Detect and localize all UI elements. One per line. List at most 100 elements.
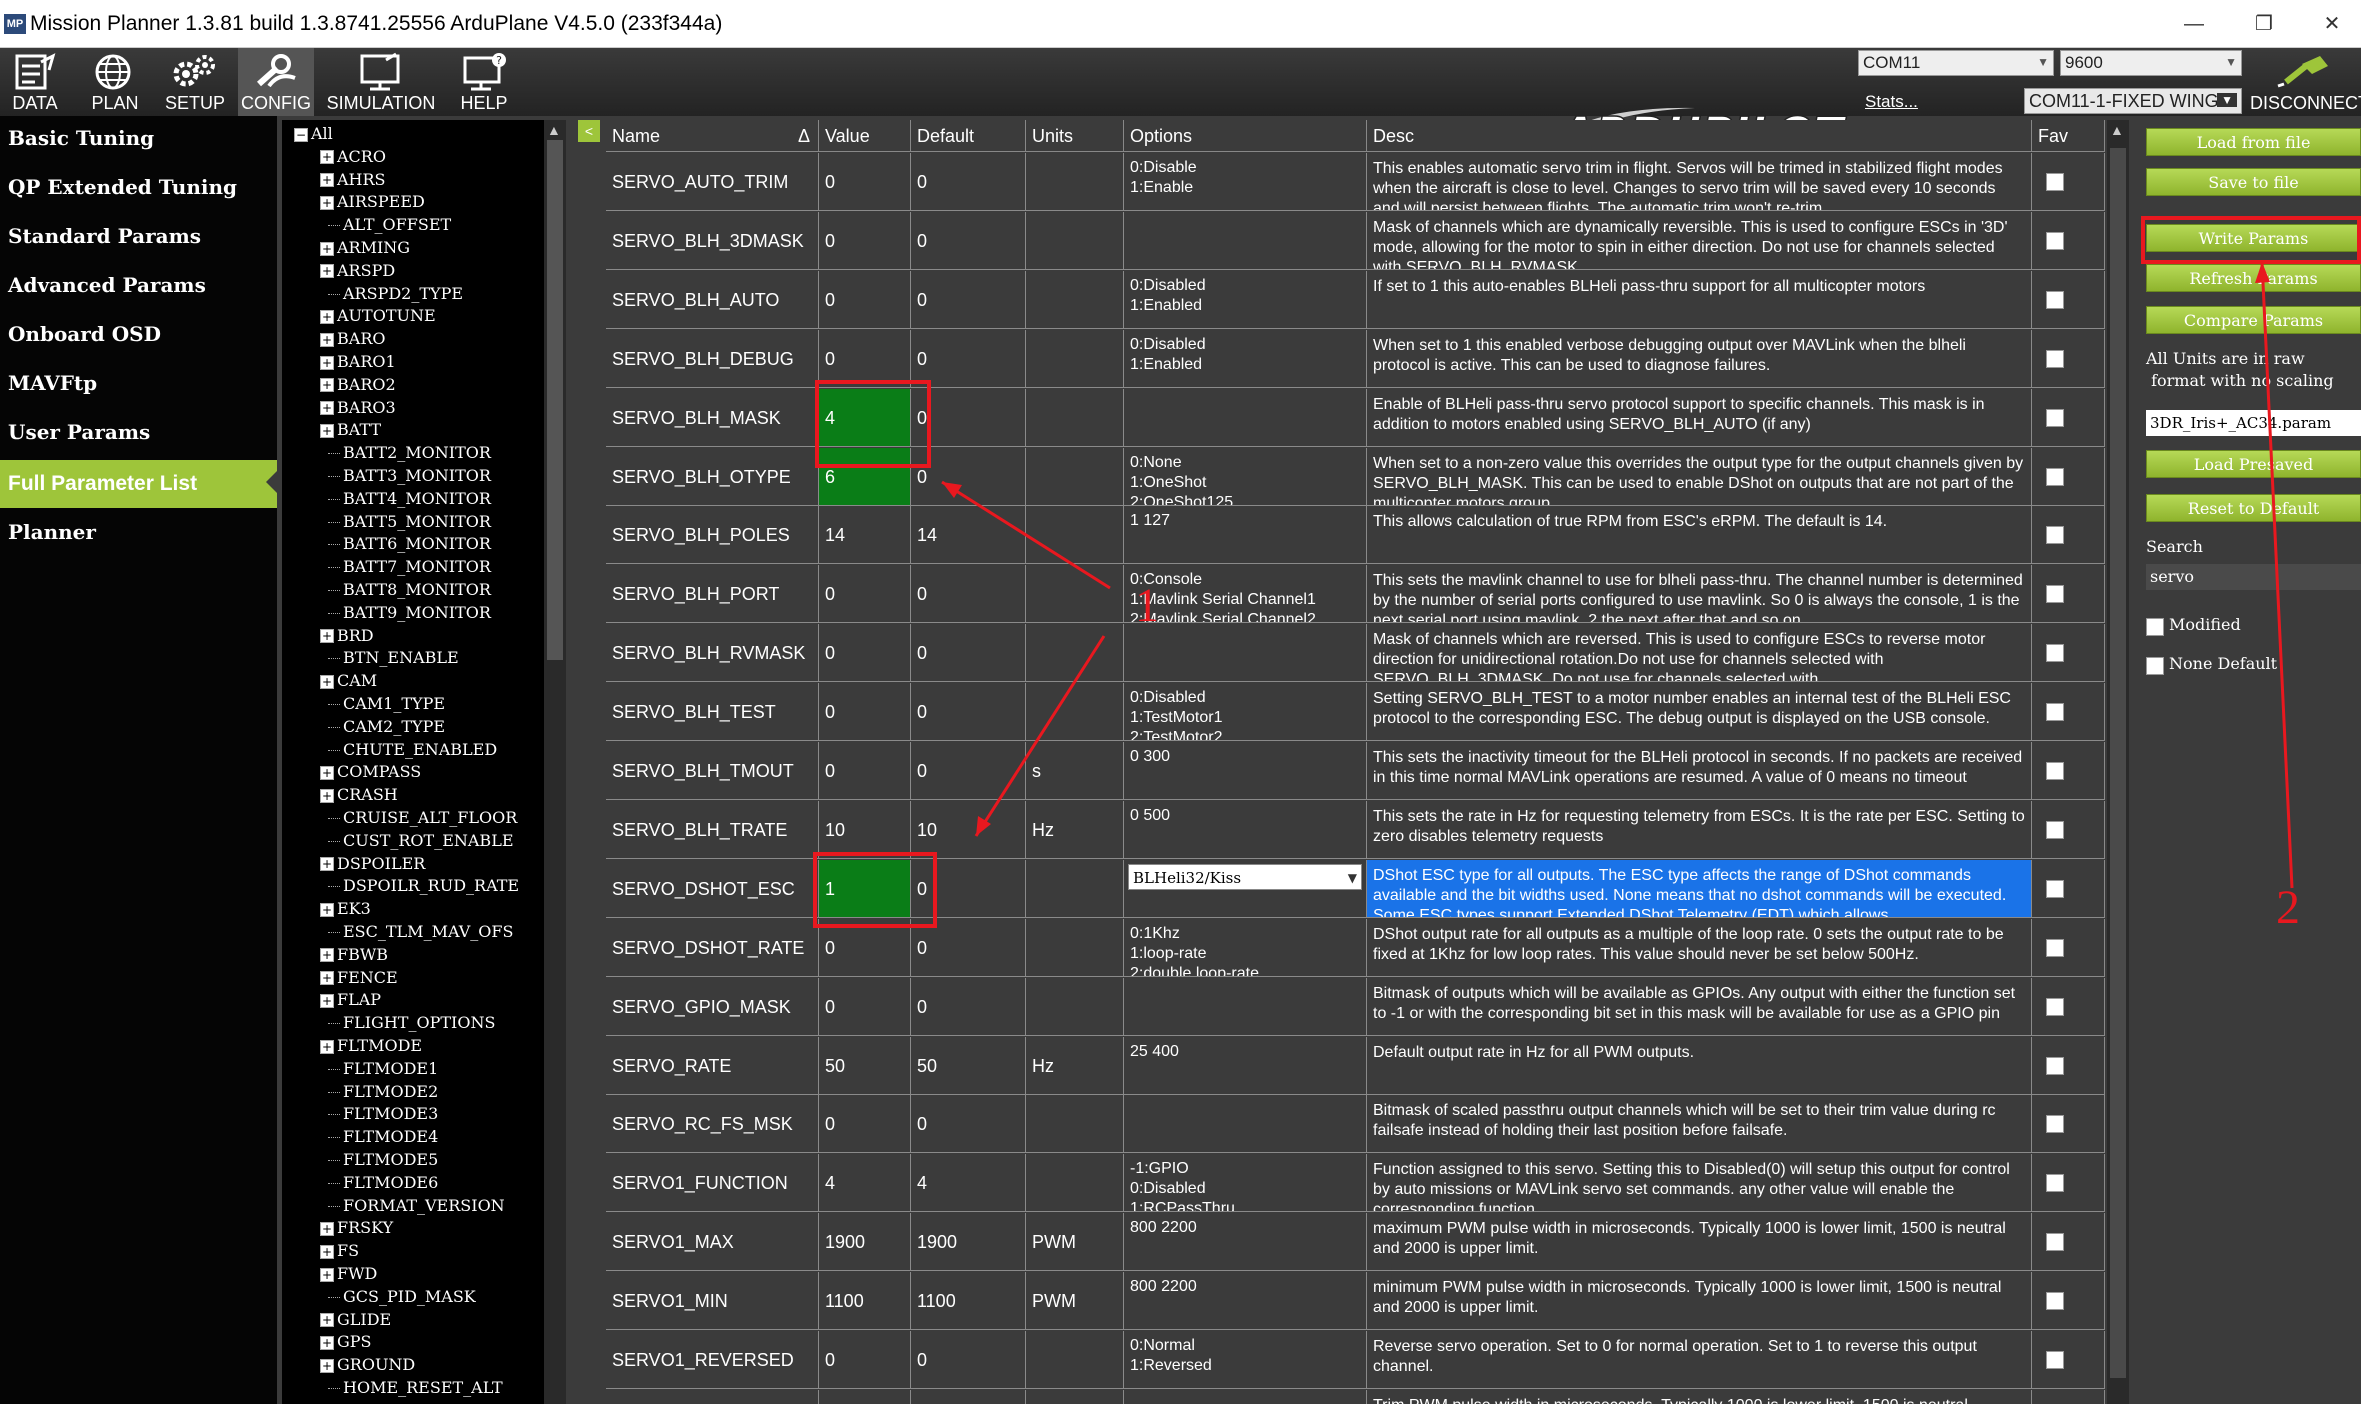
expand-icon[interactable]: + xyxy=(320,423,334,438)
cell-options[interactable]: 25 400 xyxy=(1124,1036,1367,1095)
search-input[interactable] xyxy=(2146,564,2361,590)
tree-node[interactable]: FLTMODE6 xyxy=(328,1171,438,1194)
param-row[interactable]: SERVO_BLH_3DMASK 0 0 Mask of channels which… xyxy=(606,211,2105,270)
nav-mavftp[interactable]: MAVFtp xyxy=(0,361,277,405)
tree-node[interactable]: BATT4_MONITOR xyxy=(328,487,491,510)
cell-options[interactable] xyxy=(1124,624,1367,683)
cell-options[interactable] xyxy=(1124,1095,1367,1154)
cell-value[interactable]: 0 xyxy=(819,211,911,270)
tree-node[interactable]: BATT8_MONITOR xyxy=(328,578,491,601)
cell-value[interactable]: 4 xyxy=(819,1154,911,1213)
connection-target-select[interactable]: COM11-1-FIXED WING ▼ xyxy=(2024,88,2242,114)
expand-icon[interactable]: + xyxy=(320,902,334,917)
tree-node[interactable]: HOME_RESET_ALT xyxy=(328,1376,503,1399)
cell-value[interactable]: 1100 xyxy=(819,1272,911,1331)
tree-node[interactable]: CUST_ROT_ENABLE xyxy=(328,829,514,852)
load-presaved-button[interactable]: Load Presaved xyxy=(2146,450,2361,478)
tree-node[interactable]: + AHRS xyxy=(320,168,386,191)
stats-link[interactable]: Stats... xyxy=(1865,92,1918,112)
tree-node[interactable]: + FLTMODE xyxy=(320,1034,422,1057)
tree-node[interactable]: CAM2_TYPE xyxy=(328,715,445,738)
cell-value[interactable]: 50 xyxy=(819,1036,911,1095)
param-row[interactable]: SERVO1_REVERSED 0 0 0:Normal 1:Reversed Reve… xyxy=(606,1331,2105,1389)
tree-node[interactable]: BATT9_MONITOR xyxy=(328,601,491,624)
cell-options[interactable]: 0 500 xyxy=(1124,800,1367,859)
expand-icon[interactable]: + xyxy=(320,1039,334,1054)
data-button[interactable]: DATA xyxy=(0,48,70,116)
nav-user-params[interactable]: User Params xyxy=(0,410,277,454)
cell-value[interactable]: 0 xyxy=(819,742,911,800)
fav-checkbox[interactable] xyxy=(2046,1351,2064,1369)
param-row[interactable]: SERVO_BLH_POLES 14 14 1 127 This allows calc… xyxy=(606,506,2105,565)
expand-icon[interactable]: + xyxy=(320,401,334,416)
cell-value[interactable] xyxy=(819,1389,911,1404)
tree-node[interactable]: ESC_TLM_MAV_OFS xyxy=(328,920,513,943)
param-row[interactable]: SERVO_BLH_RVMASK 0 0 Mask of channels which… xyxy=(606,624,2105,683)
tree-node[interactable]: + CAM xyxy=(320,669,377,692)
fav-checkbox[interactable] xyxy=(2046,1056,2064,1075)
tree-node[interactable]: + ARMING xyxy=(320,236,410,259)
tree-scroll-thumb[interactable] xyxy=(547,140,563,660)
tree-node[interactable]: CRUISE_ALT_FLOOR xyxy=(328,806,517,829)
collapse-icon[interactable]: − xyxy=(294,127,308,142)
cell-options[interactable] xyxy=(1124,1389,1367,1404)
tree-node[interactable]: + BRD xyxy=(320,624,374,647)
tree-node[interactable]: + FBWB xyxy=(320,943,388,966)
tree-node[interactable]: + FS xyxy=(320,1239,359,1262)
cell-value[interactable]: 14 xyxy=(819,506,911,565)
save-to-file-button[interactable]: Save to file xyxy=(2146,168,2361,196)
tree-node[interactable]: GCS_PID_MASK xyxy=(328,1285,476,1308)
cell-value[interactable]: 0 xyxy=(819,153,911,211)
cell-value[interactable]: 0 xyxy=(819,1095,911,1154)
tree-node[interactable]: + BATT xyxy=(320,418,381,441)
tree-node[interactable]: + ARSPD xyxy=(320,259,395,282)
fav-checkbox[interactable] xyxy=(2046,290,2064,309)
fav-checkbox[interactable] xyxy=(2046,1292,2064,1311)
tree-node[interactable]: − All xyxy=(294,122,333,145)
cell-options[interactable]: 0:Console 1:Mavlink Serial Channel1 2:Ma… xyxy=(1124,565,1367,624)
col-header-units[interactable]: Units xyxy=(1026,120,1124,152)
fav-checkbox[interactable] xyxy=(2046,173,2064,191)
fav-checkbox[interactable] xyxy=(2046,526,2064,545)
expand-icon[interactable]: + xyxy=(320,150,334,165)
param-row[interactable]: SERVO_AUTO_TRIM 0 0 0:Disable 1:Enable This … xyxy=(606,153,2105,211)
tree-node[interactable]: + EK3 xyxy=(320,897,371,920)
cell-value[interactable]: 0 xyxy=(819,624,911,683)
tree-node[interactable]: FLTMODE2 xyxy=(328,1080,438,1103)
expand-icon[interactable]: + xyxy=(320,1313,334,1328)
expand-icon[interactable]: + xyxy=(320,241,334,256)
tree-node[interactable]: BATT2_MONITOR xyxy=(328,441,491,464)
cell-value[interactable]: 0 xyxy=(819,977,911,1036)
fav-checkbox[interactable] xyxy=(2046,644,2064,663)
tree-node[interactable]: ARSPD2_TYPE xyxy=(328,282,463,305)
cell-options[interactable] xyxy=(1124,388,1367,447)
tree-node[interactable]: + FRSKY xyxy=(320,1216,393,1239)
expand-icon[interactable]: + xyxy=(320,332,334,347)
param-row[interactable]: SERVO_RC_FS_MSK 0 0 Bitmask of scaled passt… xyxy=(606,1095,2105,1154)
nav-qp-extended-tuning[interactable]: QP Extended Tuning xyxy=(0,165,277,209)
fav-checkbox[interactable] xyxy=(2046,349,2064,368)
tree-node[interactable]: + DSPOILER xyxy=(320,852,425,875)
tree-node[interactable]: FLTMODE5 xyxy=(328,1148,438,1171)
tree-node[interactable]: + GROUND xyxy=(320,1353,415,1376)
expand-icon[interactable]: + xyxy=(320,309,334,324)
expand-icon[interactable]: + xyxy=(320,1244,334,1259)
cell-options[interactable]: -1:GPIO 0:Disabled 1:RCPassThru xyxy=(1124,1154,1367,1213)
grid-scrollbar[interactable]: ▲ xyxy=(2107,120,2129,1404)
col-header-fav[interactable]: Fav xyxy=(2032,120,2105,152)
tree-node[interactable]: CAM1_TYPE xyxy=(328,692,445,715)
simulation-button[interactable]: SIMULATION xyxy=(322,48,440,116)
com-port-select[interactable]: COM11 ▼ xyxy=(1858,50,2054,76)
fav-checkbox[interactable] xyxy=(2046,997,2064,1016)
param-row[interactable]: Trim PWM pulse width in microseconds. Ty… xyxy=(606,1389,2105,1404)
param-row[interactable]: SERVO1_MIN 1100 1100 PWM 800 2200 minimum PWM… xyxy=(606,1272,2105,1331)
nav-full-parameter-list[interactable]: Full Parameter List xyxy=(0,460,278,508)
expand-icon[interactable]: + xyxy=(320,378,334,393)
tree-node[interactable]: BATT6_MONITOR xyxy=(328,532,491,555)
tree-node[interactable]: DSPOILR_RUD_RATE xyxy=(328,874,519,897)
param-row[interactable]: SERVO_BLH_DEBUG 0 0 0:Disabled 1:Enabled Whe… xyxy=(606,329,2105,388)
param-row[interactable]: SERVO1_MAX 1900 1900 PWM 800 2200 maximum PWM… xyxy=(606,1213,2105,1272)
reset-to-default-button[interactable]: Reset to Default xyxy=(2146,494,2361,522)
expand-icon[interactable]: + xyxy=(320,765,334,780)
cell-options[interactable] xyxy=(1124,211,1367,270)
